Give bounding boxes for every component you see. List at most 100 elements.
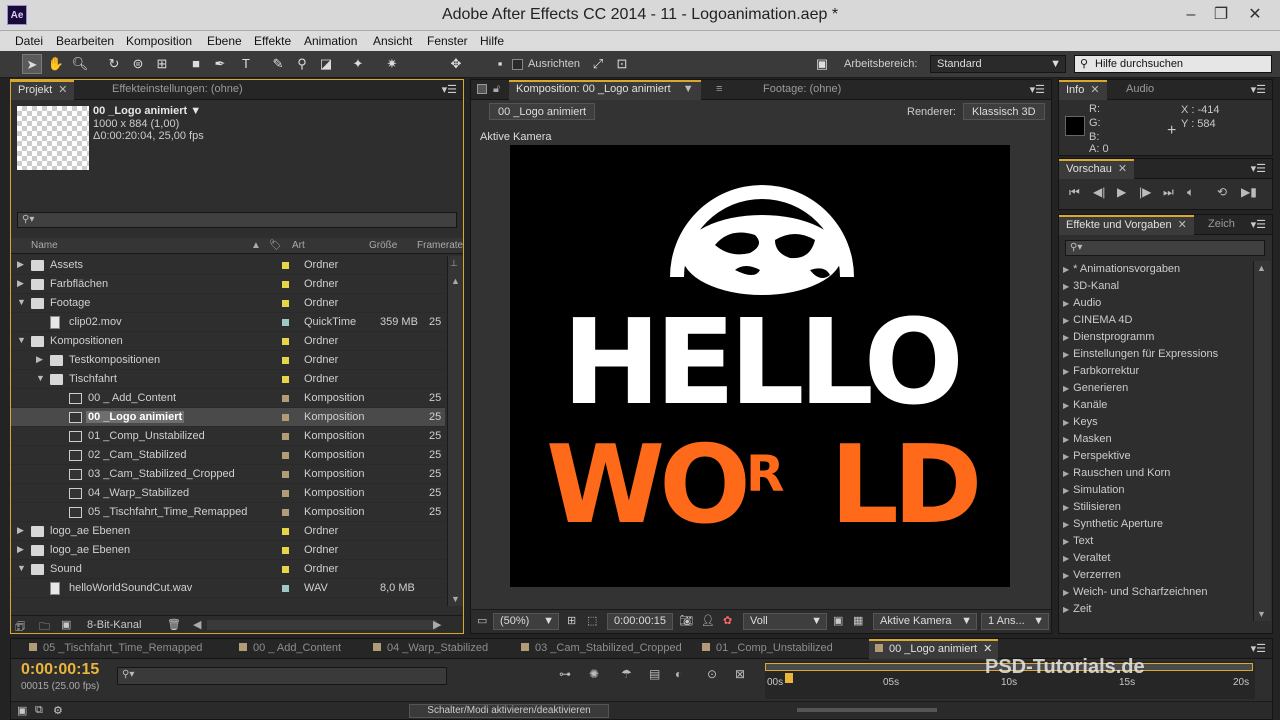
tab-footage[interactable]: Footage: (ohne) xyxy=(726,80,914,100)
project-row[interactable]: ▼ Kompositionen Ordner xyxy=(11,332,445,351)
pen-tool-icon[interactable]: ✒ xyxy=(210,54,230,74)
frame-blending-icon[interactable]: ▤ xyxy=(649,667,660,681)
expand-arrow-icon[interactable]: ▶ xyxy=(17,278,24,289)
label-color-swatch[interactable] xyxy=(282,262,289,269)
expand-arrow-icon[interactable]: ▶ xyxy=(1063,367,1069,376)
menu-effekte[interactable]: Effekte xyxy=(254,34,291,48)
bit-depth-button[interactable]: 8-Bit-Kanal xyxy=(87,619,141,631)
expand-arrow-icon[interactable]: ▶ xyxy=(1063,299,1069,308)
collapse-arrow-icon[interactable]: ▼ xyxy=(36,373,45,383)
puppet-pin-tool-icon[interactable]: ✷ xyxy=(382,54,402,74)
lock-icon[interactable] xyxy=(477,84,487,94)
comp-breadcrumb[interactable]: 00 _Logo animiert xyxy=(489,103,596,120)
snap-edge-icon[interactable]: ⊡ xyxy=(612,54,632,74)
vr-workspace-icon[interactable]: ▣ xyxy=(812,54,832,74)
effects-category[interactable]: ▶ Zeit xyxy=(1059,601,1249,618)
new-folder-icon[interactable]: 🗀 xyxy=(39,618,50,633)
col-art[interactable]: Art xyxy=(292,240,305,251)
prev-frame-icon[interactable]: ◀| xyxy=(1093,185,1105,199)
project-row[interactable]: ▼ Footage Ordner xyxy=(11,294,445,313)
menu-ebene[interactable]: Ebene xyxy=(207,34,242,48)
col-groesse[interactable]: Größe xyxy=(369,240,397,251)
timeline-tab[interactable]: 05 _Tischfahrt_Time_Remapped xyxy=(23,639,208,659)
collapse-arrow-icon[interactable]: ▼ xyxy=(17,297,26,307)
project-row[interactable]: helloWorldSoundCut.wav WAV 8,0 MB xyxy=(11,579,445,598)
effects-category[interactable]: ▶ Masken xyxy=(1059,431,1249,448)
project-row[interactable]: 03 _Cam_Stabilized_Cropped Komposition 25 xyxy=(11,465,445,484)
effects-category[interactable]: ▶ CINEMA 4D xyxy=(1059,312,1249,329)
timeline-tab[interactable]: 04 _Warp_Stabilized xyxy=(367,639,494,659)
zoom-slider[interactable] xyxy=(797,708,937,712)
project-row[interactable]: 00 _Logo animiert Komposition 25 xyxy=(11,408,445,427)
new-comp-icon[interactable]: ▣ xyxy=(61,618,71,631)
project-row[interactable]: 00 _ Add_Content Komposition 25 xyxy=(11,389,445,408)
region-of-interest-icon[interactable]: ▣ xyxy=(833,614,843,627)
expand-arrow-icon[interactable]: ▶ xyxy=(1063,452,1069,461)
camera-view-select[interactable]: Aktive Kamera ▼ xyxy=(873,613,977,630)
menu-datei[interactable]: Datei xyxy=(15,34,43,48)
play-icon[interactable]: ▶ xyxy=(1117,185,1126,199)
project-row[interactable]: ▼ Sound Ordner xyxy=(11,560,445,579)
label-color-swatch[interactable] xyxy=(282,338,289,345)
expand-arrow-icon[interactable]: ▶ xyxy=(1063,384,1069,393)
draft-3d-icon[interactable]: ✺ xyxy=(589,667,599,681)
effects-category[interactable]: ▶ Perspektive xyxy=(1059,448,1249,465)
effects-category[interactable]: ▶ Veraltet xyxy=(1059,550,1249,567)
current-time-display[interactable]: 0:00:00:15 xyxy=(607,613,673,630)
panel-menu-icon[interactable]: ▾☰ xyxy=(442,83,457,96)
snapshot-icon[interactable]: 📷︎ xyxy=(679,614,693,627)
toggle-switches-modes-button[interactable]: Schalter/Modi aktivieren/deaktivieren xyxy=(409,704,609,718)
effects-search-input[interactable]: ⚲▾ xyxy=(1065,240,1265,256)
interpret-footage-icon[interactable]: 🗊 xyxy=(15,618,25,633)
menu-fenster[interactable]: Fenster xyxy=(427,34,468,48)
timeline-tab[interactable]: 03 _Cam_Stabilized_Cropped xyxy=(515,639,688,659)
scroll-right-icon[interactable]: ▶ xyxy=(433,618,441,631)
local-axis-icon[interactable]: ✥ xyxy=(446,54,466,74)
label-color-swatch[interactable] xyxy=(282,528,289,535)
project-row[interactable]: 01 _Comp_Unstabilized Komposition 25 xyxy=(11,427,445,446)
tab-vorschau[interactable]: Vorschau ✕ xyxy=(1059,159,1135,179)
label-color-swatch[interactable] xyxy=(282,490,289,497)
project-row[interactable]: clip02.mov QuickTime 359 MB 25 xyxy=(11,313,445,332)
last-frame-icon[interactable]: ⏭ xyxy=(1163,185,1174,200)
ram-preview-icon[interactable]: ▶▮ xyxy=(1241,185,1257,199)
transfer-controls-icon[interactable]: ⧉ xyxy=(35,704,43,717)
project-row[interactable]: 02 _Cam_Stabilized Komposition 25 xyxy=(11,446,445,465)
label-column-icon[interactable]: 🏷︎ xyxy=(269,240,282,251)
tab-effekteinstellungen[interactable]: Effekteinstellungen: (ohne) xyxy=(105,80,250,100)
motion-blur-icon[interactable]: ◐ xyxy=(675,667,682,681)
timeline-search-input[interactable]: ⚲▾ xyxy=(117,667,447,685)
renderer-button[interactable]: Klassisch 3D xyxy=(963,103,1045,120)
brush-tool-icon[interactable]: ✎ xyxy=(268,54,288,74)
menu-komposition[interactable]: Komposition xyxy=(126,34,192,48)
zoom-tool-icon[interactable]: 🔍︎ xyxy=(70,54,90,74)
panel-menu-icon[interactable]: ▾☰ xyxy=(1030,83,1045,96)
expand-arrow-icon[interactable]: ▶ xyxy=(1063,333,1069,342)
expand-arrow-icon[interactable]: ▶ xyxy=(1063,469,1069,478)
horizontal-scrollbar[interactable] xyxy=(207,620,437,630)
effects-category[interactable]: ▶ Generieren xyxy=(1059,380,1249,397)
expand-arrow-icon[interactable]: ▶ xyxy=(17,525,24,536)
label-color-swatch[interactable] xyxy=(282,547,289,554)
transparency-grid-icon[interactable]: ▦ xyxy=(853,614,863,627)
expand-arrow-icon[interactable]: ▶ xyxy=(1063,588,1069,597)
project-row[interactable]: ▼ Tischfahrt Ordner xyxy=(11,370,445,389)
effects-category[interactable]: ▶ * Animationsvorgaben xyxy=(1059,261,1249,278)
expand-arrow-icon[interactable]: ▶ xyxy=(1063,571,1069,580)
panel-menu-icon[interactable]: ▾☰ xyxy=(1251,642,1266,655)
menu-hilfe[interactable]: Hilfe xyxy=(480,34,504,48)
playhead-marker[interactable] xyxy=(785,673,793,683)
tab-zeichen[interactable]: Zeich xyxy=(1201,215,1242,235)
panel-menu-icon[interactable]: ▾☰ xyxy=(1251,162,1266,175)
label-color-swatch[interactable] xyxy=(282,566,289,573)
close-tab-icon[interactable]: ✕ xyxy=(983,643,992,655)
resolution-select[interactable]: Voll ▼ xyxy=(743,613,827,630)
timeline-tab[interactable]: 00 _ Add_Content xyxy=(233,639,347,659)
rotate-tool-icon[interactable]: ↻ xyxy=(104,54,124,74)
col-name[interactable]: Name xyxy=(31,240,58,251)
effects-category[interactable]: ▶ 3D-Kanal xyxy=(1059,278,1249,295)
collapse-arrow-icon[interactable]: ▼ xyxy=(17,335,26,345)
close-window-button[interactable]: ✕ xyxy=(1240,2,1270,28)
roto-brush-tool-icon[interactable]: ✦ xyxy=(348,54,368,74)
trash-icon[interactable]: 🗑 xyxy=(167,618,181,631)
